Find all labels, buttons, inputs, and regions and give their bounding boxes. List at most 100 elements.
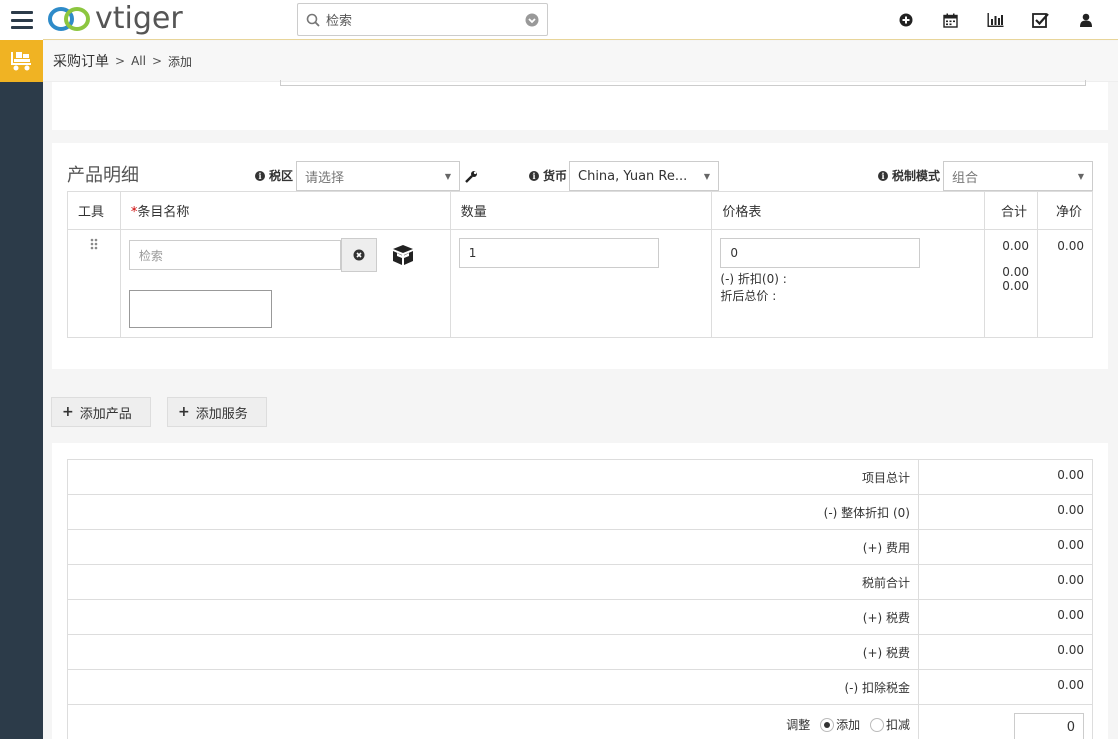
row-total-cell: 0.00 0.00 0.00 (984, 229, 1039, 338)
add-service-label: 添加服务 (195, 406, 248, 422)
item-comment-textarea[interactable] (128, 290, 272, 328)
item-search-input[interactable]: 检索 (128, 240, 341, 270)
top-actions (883, 0, 1108, 40)
adjustment-input[interactable]: 0 (1014, 713, 1084, 739)
totals-table: 项目总计 0.00 (-) 整体折扣 (0) 0.00 (+) 费用 0.00 税前合… (67, 459, 1093, 739)
menu-button[interactable] (0, 0, 43, 40)
box-icon[interactable] (391, 244, 415, 266)
tax-mode-select[interactable]: 组合 ▼ (943, 161, 1093, 191)
breadcrumb: 采购订单 > All > 添加 (43, 41, 1118, 82)
charges-label[interactable]: (+) 费用 (67, 529, 919, 565)
deducted-tax-label[interactable]: (-) 扣除税金 (67, 669, 919, 705)
quantity-input[interactable]: 1 (458, 238, 659, 268)
purchase-order-module-button[interactable] (0, 40, 43, 82)
adjust-add-radio[interactable] (820, 718, 835, 732)
chevron-down-icon[interactable] (525, 13, 539, 27)
tax-region-label: i 税区 (255, 167, 293, 184)
tax-region-select[interactable]: 请选择 ▼ (296, 161, 460, 191)
col-net-price: 净价 (1037, 191, 1093, 230)
row-after-discount-value: 0.00 (1002, 279, 1030, 293)
pre-tax-total-value: 0.00 (918, 564, 1093, 600)
description-panel (52, 80, 1108, 130)
tasks-button[interactable] (1018, 0, 1063, 40)
item-details-title: 产品明细 (67, 165, 139, 186)
menu-icon (10, 11, 33, 29)
plus-icon: + (178, 404, 190, 420)
currency-label: i 货币 (529, 167, 567, 184)
line-items-header: 工具 *条目名称 数量 价格表 合计 净价 (67, 191, 1093, 230)
totals-row: (-) 整体折扣 (0) 0.00 (67, 494, 1093, 530)
totals-row: (+) 费用 0.00 (67, 529, 1093, 565)
calendar-button[interactable] (928, 0, 973, 40)
col-tools: 工具 (67, 191, 121, 230)
add-service-button[interactable]: + 添加服务 (167, 397, 267, 427)
currency-select[interactable]: China, Yuan Re... ▼ (569, 161, 719, 191)
drag-icon[interactable] (90, 238, 98, 252)
plus-icon: + (62, 404, 74, 420)
logo-text: vtiger (95, 1, 183, 36)
adjust-deduct-label: 扣减 (885, 717, 910, 732)
vtiger-logo[interactable]: vtiger (47, 4, 183, 34)
description-textarea[interactable] (280, 80, 1086, 86)
items-total-label: 项目总计 (67, 459, 919, 495)
global-search[interactable]: 检索 (297, 3, 548, 36)
user-menu-button[interactable] (1063, 0, 1108, 40)
overall-discount-value: 0.00 (918, 494, 1093, 530)
line-item-row: 检索 1 0 (-) 折扣(0): 折后总价: 0.00 0.00 0.00… (67, 229, 1093, 338)
info-icon: i (529, 170, 539, 181)
user-icon (1079, 13, 1092, 27)
add-product-label: 添加产品 (79, 406, 132, 422)
totals-row: (+) 税费 0.00 (67, 599, 1093, 635)
breadcrumb-action: 添加 (168, 54, 193, 69)
overall-discount-label[interactable]: (-) 整体折扣 (0) (67, 494, 919, 530)
totals-panel: 项目总计 0.00 (-) 整体折扣 (0) 0.00 (+) 费用 0.00 税前合… (52, 443, 1108, 739)
tax-mode-value: 组合 (952, 170, 979, 186)
breadcrumb-module[interactable]: 采购订单 (53, 51, 109, 71)
adjust-deduct-radio[interactable] (869, 718, 884, 732)
clear-item-button[interactable] (340, 238, 377, 272)
tax-mode-label: i 税制模式 (878, 167, 940, 184)
quick-create-button[interactable] (883, 0, 928, 40)
totals-row: 税前合计 0.00 (67, 564, 1093, 600)
items-total-value: 0.00 (918, 459, 1093, 495)
row-price-cell: 0 (-) 折扣(0) : 折后总价 : (711, 229, 986, 338)
search-icon (306, 13, 320, 27)
info-icon: i (255, 170, 265, 181)
add-product-button[interactable]: + 添加产品 (51, 397, 151, 427)
totals-row: 项目总计 0.00 (67, 459, 1093, 495)
left-rail (0, 0, 43, 739)
reports-button[interactable] (973, 0, 1018, 40)
line-items-table: 工具 *条目名称 数量 价格表 合计 净价 检索 1 0 (-) 折扣(0):… (67, 191, 1093, 338)
adjustment-label: 调整 (786, 717, 811, 732)
wrench-icon[interactable] (465, 170, 478, 183)
top-bar: vtiger 检索 (43, 0, 1118, 40)
calendar-icon (943, 13, 958, 28)
price-input[interactable]: 0 (720, 238, 921, 268)
logo-icon (48, 7, 90, 31)
tax-value: 0.00 (918, 599, 1093, 635)
row-item-cell: 检索 (119, 229, 451, 338)
clear-icon (353, 249, 365, 261)
purchase-order-icon (10, 52, 31, 71)
tax-label[interactable]: (+) 税费 (67, 599, 919, 635)
col-total: 合计 (984, 191, 1039, 230)
row-net-price-cell: 0.00 (1037, 229, 1093, 338)
charges-value: 0.00 (918, 529, 1093, 565)
adjustment-row: 调整 添加 扣减 0 (67, 704, 1093, 739)
caret-down-icon: ▼ (1077, 171, 1084, 181)
discount-link[interactable]: (-) 折扣(0) : (720, 270, 976, 287)
tax-mode-label-text: 税制模式 (892, 169, 941, 183)
item-details-panel: 产品明细 i 税区 请选择 ▼ i 货币 China, Yuan Re... ▼… (52, 143, 1108, 369)
search-input[interactable]: 检索 (326, 10, 525, 29)
adjustment-cell: 调整 添加 扣减 (67, 704, 919, 739)
col-quantity: 数量 (449, 191, 713, 230)
row-quantity-cell: 1 (449, 229, 713, 338)
price-value: 0 (730, 246, 739, 260)
col-price-list: 价格表 (711, 191, 986, 230)
col-item-name: *条目名称 (119, 191, 451, 230)
currency-value: China, Yuan Re... (578, 168, 688, 184)
charges-tax-label[interactable]: (+) 税费 (67, 634, 919, 670)
after-discount-label: 折后总价 : (720, 289, 777, 303)
quantity-value: 1 (468, 246, 477, 260)
breadcrumb-view[interactable]: All (131, 54, 146, 68)
